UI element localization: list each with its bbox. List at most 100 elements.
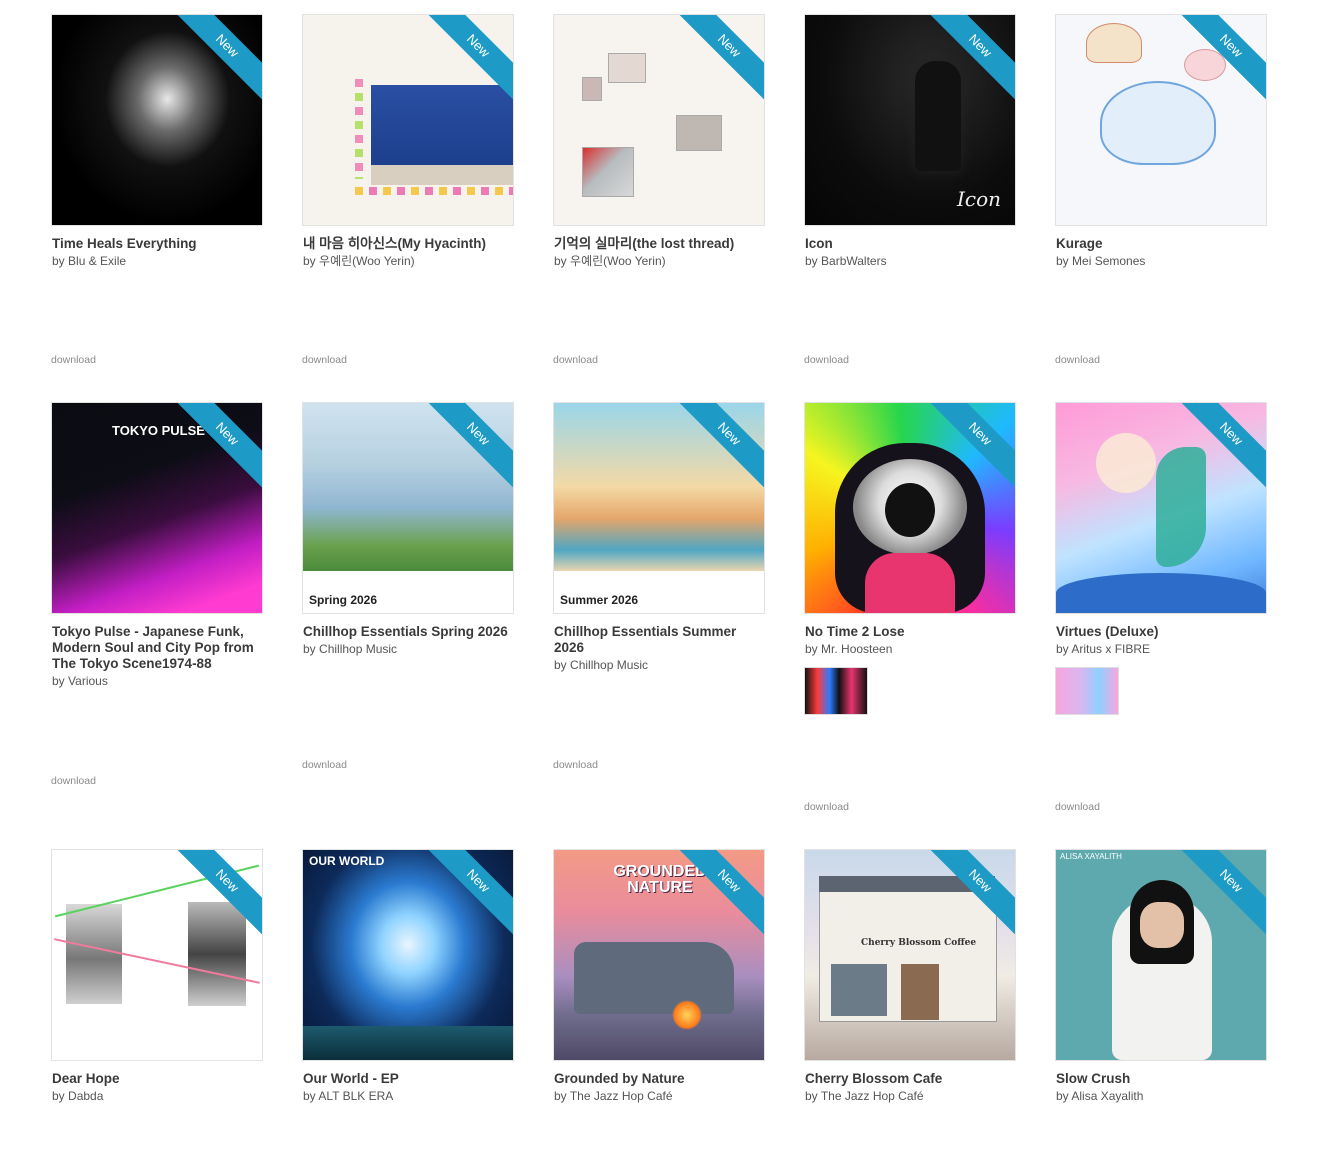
by-prefix: by (303, 642, 316, 656)
album-title[interactable]: Kurage (1055, 236, 1267, 252)
artist-name[interactable]: ALT BLK ERA (318, 1089, 393, 1103)
album-card[interactable]: GROUNDED NATURE New Grounded by Nature b… (553, 849, 765, 1104)
download-link[interactable]: download (1055, 354, 1100, 366)
download-link[interactable]: download (51, 354, 96, 366)
album-artist[interactable]: by Various (51, 674, 263, 689)
album-artist[interactable]: by Mr. Hoosteen (804, 642, 1016, 657)
album-card[interactable]: Spring 2026 New Chillhop Essentials Spri… (302, 402, 514, 657)
by-prefix: by (805, 642, 818, 656)
download-link[interactable]: download (804, 801, 849, 813)
album-title[interactable]: Our World - EP (302, 1071, 514, 1087)
album-cover[interactable]: ALISA XAYALITH New (1055, 849, 1267, 1061)
cover-text: GROUNDED NATURE (613, 863, 707, 896)
download-link[interactable]: download (302, 759, 347, 771)
album-card[interactable]: New 기억의 실마리(the lost thread) by 우예린(Woo … (553, 14, 765, 269)
album-cover[interactable]: New (1055, 14, 1267, 226)
album-title[interactable]: Chillhop Essentials Spring 2026 (302, 624, 514, 640)
album-card[interactable]: New Kurage by Mei Semones (1055, 14, 1267, 269)
by-prefix: by (805, 1089, 818, 1103)
album-artist[interactable]: by BarbWalters (804, 254, 1016, 269)
artist-name[interactable]: Mr. Hoosteen (821, 642, 892, 656)
artist-name[interactable]: Aritus x FIBRE (1071, 642, 1150, 656)
album-title[interactable]: Cherry Blossom Cafe (804, 1071, 1016, 1087)
album-artist[interactable]: by 우예린(Woo Yerin) (553, 254, 765, 269)
album-title[interactable]: Virtues (Deluxe) (1055, 624, 1267, 640)
album-card[interactable]: Icon New Icon by BarbWalters (804, 14, 1016, 269)
artist-name[interactable]: The Jazz Hop Café (821, 1089, 924, 1103)
cover-text: ALISA XAYALITH (1060, 852, 1122, 861)
album-artist[interactable]: by Mei Semones (1055, 254, 1267, 269)
download-link[interactable]: download (553, 354, 598, 366)
album-cover[interactable]: New (51, 14, 263, 226)
album-cover[interactable]: New (804, 402, 1016, 614)
album-cover[interactable]: Summer 2026 New (553, 402, 765, 614)
album-cover[interactable]: TOKYO PULSE New (51, 402, 263, 614)
album-title[interactable]: Icon (804, 236, 1016, 252)
album-cover[interactable]: Cherry Blossom Coffee New (804, 849, 1016, 1061)
album-artist[interactable]: by ALT BLK ERA (302, 1089, 514, 1104)
by-prefix: by (303, 1089, 316, 1103)
album-artist[interactable]: by Aritus x FIBRE (1055, 642, 1267, 657)
artist-name[interactable]: Dabda (68, 1089, 103, 1103)
album-artist[interactable]: by The Jazz Hop Café (553, 1089, 765, 1104)
download-link[interactable]: download (553, 759, 598, 771)
edition-thumbnail[interactable] (1055, 667, 1119, 715)
cover-text: OUR WORLD (309, 854, 385, 868)
album-artist[interactable]: by Alisa Xayalith (1055, 1089, 1267, 1104)
artist-name[interactable]: Chillhop Music (319, 642, 397, 656)
album-title[interactable]: Grounded by Nature (553, 1071, 765, 1087)
artist-name[interactable]: Alisa Xayalith (1071, 1089, 1143, 1103)
download-link[interactable]: download (804, 354, 849, 366)
album-artist[interactable]: by 우예린(Woo Yerin) (302, 254, 514, 269)
album-title[interactable]: 내 마음 히아신스(My Hyacinth) (302, 236, 514, 252)
album-title[interactable]: Chillhop Essentials Summer 2026 (553, 624, 765, 656)
album-artist[interactable]: by Chillhop Music (553, 658, 765, 673)
album-card[interactable]: New Virtues (Deluxe) by Aritus x FIBRE (1055, 402, 1267, 715)
artist-name[interactable]: Various (68, 674, 108, 688)
album-title[interactable]: Time Heals Everything (51, 236, 263, 252)
cover-text: Icon (956, 187, 1001, 211)
album-title[interactable]: Dear Hope (51, 1071, 263, 1087)
cover-text: Spring 2026 (309, 593, 378, 607)
album-card[interactable]: New No Time 2 Lose by Mr. Hoosteen (804, 402, 1016, 715)
album-title[interactable]: Slow Crush (1055, 1071, 1267, 1087)
album-artist[interactable]: by Chillhop Music (302, 642, 514, 657)
album-card[interactable]: New 내 마음 히아신스(My Hyacinth) by 우예린(Woo Ye… (302, 14, 514, 269)
edition-thumbnails (804, 667, 1016, 715)
album-card[interactable]: OUR WORLD New Our World - EP by ALT BLK … (302, 849, 514, 1104)
artist-name[interactable]: Chillhop Music (570, 658, 648, 672)
artist-name[interactable]: Mei Semones (1072, 254, 1145, 268)
artist-name[interactable]: 우예린(Woo Yerin) (319, 254, 415, 268)
album-artist[interactable]: by Blu & Exile (51, 254, 263, 269)
album-title[interactable]: 기억의 실마리(the lost thread) (553, 236, 765, 252)
by-prefix: by (554, 1089, 567, 1103)
album-cover[interactable]: GROUNDED NATURE New (553, 849, 765, 1061)
album-cover[interactable]: New (553, 14, 765, 226)
album-card[interactable]: New Dear Hope by Dabda (51, 849, 263, 1104)
edition-thumbnail[interactable] (804, 667, 868, 715)
artist-name[interactable]: BarbWalters (821, 254, 887, 268)
download-link[interactable]: download (51, 775, 96, 787)
album-card[interactable]: TOKYO PULSE New Tokyo Pulse - Japanese F… (51, 402, 263, 689)
album-cover[interactable]: New (51, 849, 263, 1061)
album-title[interactable]: Tokyo Pulse - Japanese Funk, Modern Soul… (51, 624, 263, 672)
album-artist[interactable]: by Dabda (51, 1089, 263, 1104)
artist-name[interactable]: 우예린(Woo Yerin) (570, 254, 666, 268)
album-card[interactable]: Summer 2026 New Chillhop Essentials Summ… (553, 402, 765, 673)
download-link[interactable]: download (302, 354, 347, 366)
by-prefix: by (805, 254, 818, 268)
artist-name[interactable]: The Jazz Hop Café (570, 1089, 673, 1103)
album-cover[interactable]: New (1055, 402, 1267, 614)
album-card[interactable]: Cherry Blossom Coffee New Cherry Blossom… (804, 849, 1016, 1104)
by-prefix: by (1056, 1089, 1069, 1103)
album-cover[interactable]: Spring 2026 New (302, 402, 514, 614)
download-link[interactable]: download (1055, 801, 1100, 813)
album-card[interactable]: New Time Heals Everything by Blu & Exile (51, 14, 263, 269)
album-title[interactable]: No Time 2 Lose (804, 624, 1016, 640)
album-card[interactable]: ALISA XAYALITH New Slow Crush by Alisa X… (1055, 849, 1267, 1104)
album-cover[interactable]: OUR WORLD New (302, 849, 514, 1061)
album-cover[interactable]: Icon New (804, 14, 1016, 226)
album-cover[interactable]: New (302, 14, 514, 226)
album-artist[interactable]: by The Jazz Hop Café (804, 1089, 1016, 1104)
artist-name[interactable]: Blu & Exile (68, 254, 126, 268)
